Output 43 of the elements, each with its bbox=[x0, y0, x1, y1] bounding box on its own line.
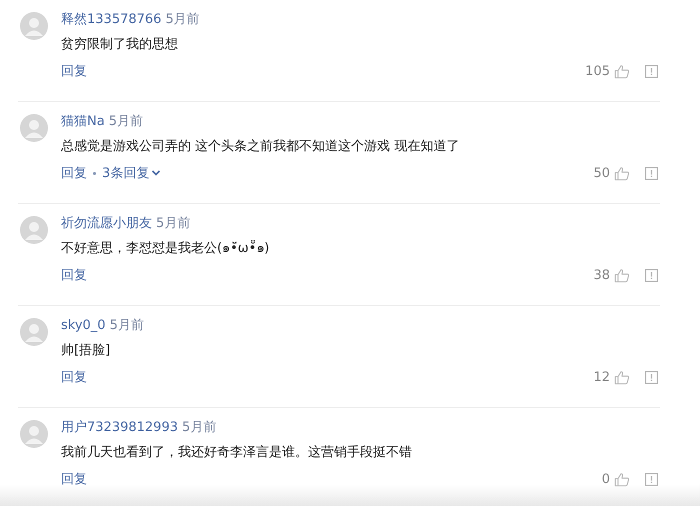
comment-time: 5月前 bbox=[108, 113, 143, 130]
chevron-down-icon[interactable] bbox=[151, 169, 162, 177]
like-count: 12 bbox=[593, 370, 610, 384]
thumbs-up-icon[interactable] bbox=[614, 166, 630, 180]
comment-time: 5月前 bbox=[165, 11, 200, 28]
avatar-icon[interactable] bbox=[20, 114, 48, 142]
comment-text: 不好意思，李怼怼是我老公(๑•̆̈ω•̆̈๑) bbox=[61, 239, 270, 258]
separator-dot bbox=[93, 172, 96, 174]
like-count: 38 bbox=[593, 268, 610, 282]
like-count: 0 bbox=[602, 472, 610, 486]
report-icon[interactable] bbox=[645, 166, 658, 180]
report-icon[interactable] bbox=[645, 472, 658, 486]
reply-link[interactable]: 回复 bbox=[61, 62, 87, 80]
like-count: 50 bbox=[593, 166, 610, 180]
comment-time: 5月前 bbox=[156, 215, 190, 232]
report-icon[interactable] bbox=[645, 268, 658, 282]
avatar-icon[interactable] bbox=[20, 216, 48, 244]
reply-link[interactable]: 回复 bbox=[61, 470, 87, 488]
username-link[interactable]: 用户73239812993 bbox=[61, 418, 178, 436]
comment-time: 5月前 bbox=[182, 419, 216, 436]
comment-text: 贫穷限制了我的思想 bbox=[61, 36, 179, 54]
comment-time: 5月前 bbox=[110, 317, 144, 334]
report-icon[interactable] bbox=[645, 64, 658, 78]
like-count: 105 bbox=[585, 64, 610, 78]
replies-link[interactable]: 3条回复 bbox=[102, 164, 150, 182]
comment-text: 帅[捂脸] bbox=[61, 342, 112, 360]
thumbs-up-icon[interactable] bbox=[614, 268, 630, 282]
username-link[interactable]: 祈勿流愿小朋友 bbox=[61, 214, 152, 232]
reply-link[interactable]: 回复 bbox=[61, 266, 87, 284]
comment-text: 总感觉是游戏公司弄的 这个头条之前我都不知道这个游戏 现在知道了 bbox=[61, 138, 460, 156]
avatar-icon[interactable] bbox=[20, 12, 48, 40]
reply-link[interactable]: 回复 bbox=[61, 164, 87, 182]
avatar-icon[interactable] bbox=[20, 318, 48, 346]
username-link[interactable]: 猫猫Na bbox=[61, 112, 105, 130]
thumbs-up-icon[interactable] bbox=[614, 370, 630, 384]
report-icon[interactable] bbox=[645, 370, 658, 384]
username-link[interactable]: sky0_0 bbox=[61, 318, 106, 333]
thumbs-up-icon[interactable] bbox=[614, 64, 630, 78]
username-link[interactable]: 释然133578766 bbox=[61, 10, 162, 28]
avatar-icon[interactable] bbox=[20, 420, 48, 448]
comment-text: 我前几天也看到了，我还好奇李泽言是谁。这营销手段挺不错 bbox=[61, 444, 413, 462]
thumbs-up-icon[interactable] bbox=[614, 472, 630, 486]
reply-link[interactable]: 回复 bbox=[61, 368, 87, 386]
